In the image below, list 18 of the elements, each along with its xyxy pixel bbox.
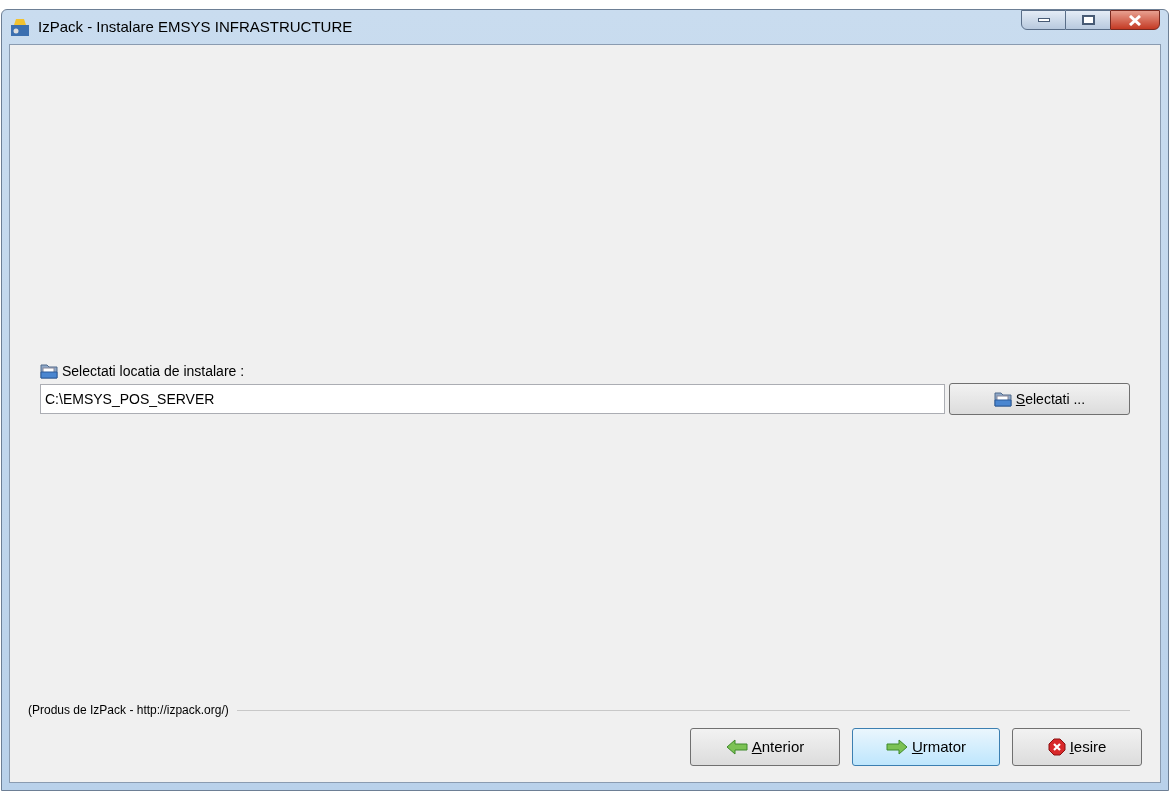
right-arrow-icon (885, 739, 908, 755)
app-icon (10, 17, 30, 37)
folder-icon (993, 391, 1012, 407)
minimize-button[interactable] (1021, 10, 1066, 30)
close-icon (1047, 738, 1066, 756)
close-icon (1128, 14, 1142, 26)
field-label: Selectati locatia de instalare : (62, 361, 245, 381)
quit-button[interactable]: Iesire (1012, 728, 1142, 766)
next-button[interactable]: Urmator (852, 728, 1000, 766)
browse-button[interactable]: Selectati ... (949, 383, 1130, 415)
back-button[interactable]: Anterior (690, 728, 840, 766)
folder-icon (40, 363, 58, 379)
window-title: IzPack - Instalare EMSYS INFRASTRUCTURE (38, 16, 353, 37)
path-field[interactable]: C:\EMSYS_POS_SERVER (40, 384, 945, 414)
maximize-button[interactable] (1066, 10, 1110, 30)
footer-text: (Produs de IzPack - http://izpack.org/) (28, 702, 229, 719)
close-button[interactable] (1110, 10, 1160, 30)
left-arrow-icon (725, 739, 748, 755)
